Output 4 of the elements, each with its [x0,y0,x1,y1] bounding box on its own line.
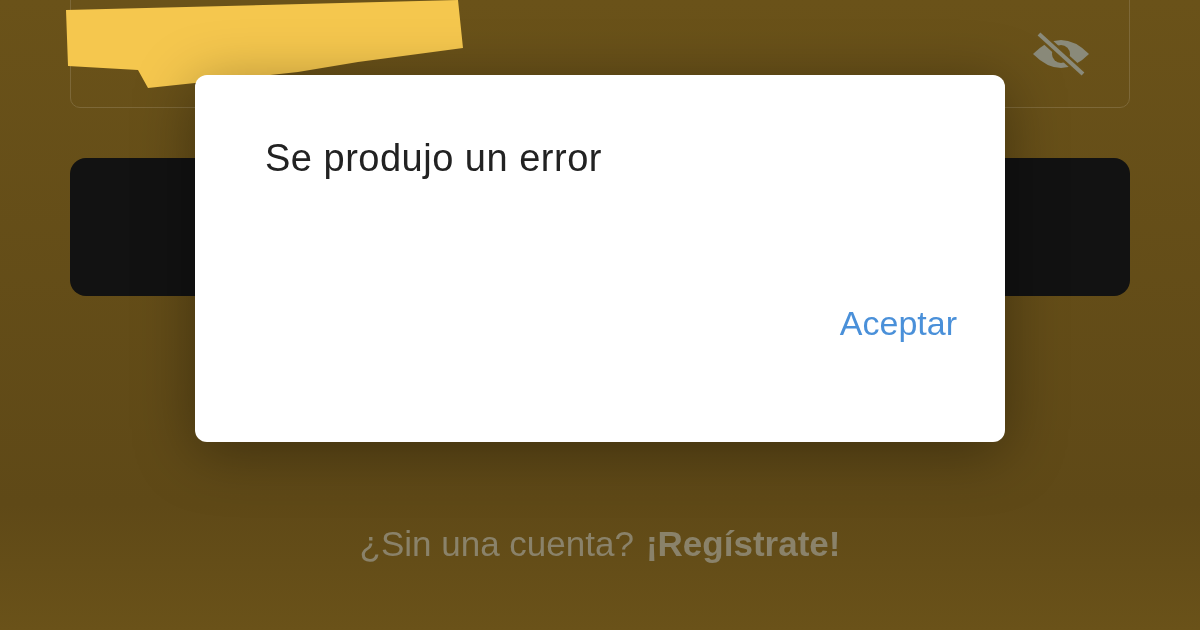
accept-button[interactable]: Aceptar [839,304,957,343]
signup-prompt: ¿Sin una cuenta? [359,524,634,564]
register-link[interactable]: ¡Regístrate! [645,524,841,564]
dialog-message: Se produjo un error [265,137,603,180]
